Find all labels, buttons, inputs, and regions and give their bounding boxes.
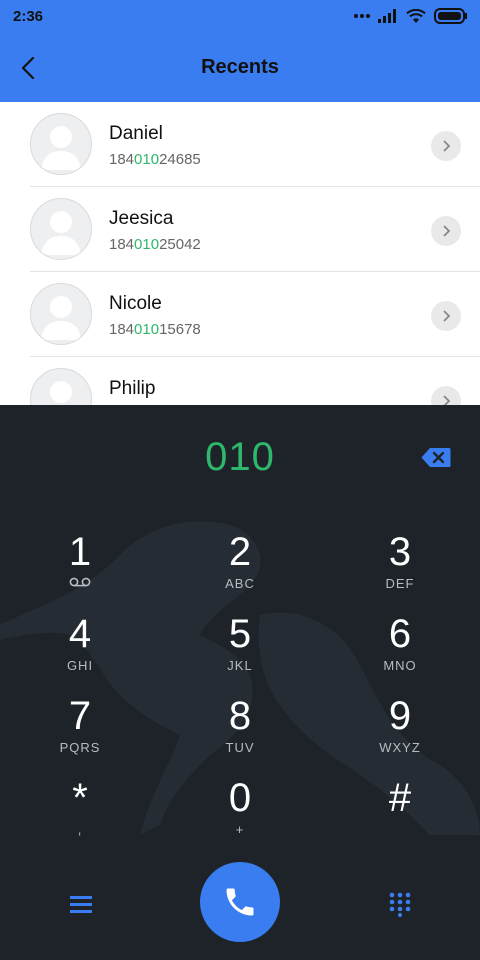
battery-icon	[434, 8, 467, 24]
keypad-icon[interactable]	[388, 891, 412, 917]
key-star[interactable]: * ,	[20, 776, 140, 852]
details-button[interactable]	[431, 216, 461, 246]
contact-number: 18401015678	[109, 321, 201, 338]
avatar	[30, 368, 92, 405]
chevron-right-icon	[443, 225, 451, 237]
person-icon	[50, 381, 72, 403]
person-icon	[41, 296, 81, 340]
key-5[interactable]: 5 JKL	[180, 612, 300, 688]
key-2[interactable]: 2 ABC	[180, 530, 300, 606]
key-1[interactable]: 1	[20, 530, 140, 606]
contact-number: 18401025042	[109, 236, 201, 253]
contact-row[interactable]: Philip	[0, 357, 480, 405]
avatar	[30, 113, 92, 175]
dial-input[interactable]: 010	[0, 435, 480, 480]
avatar	[30, 283, 92, 345]
contact-name: Philip	[109, 378, 156, 399]
details-button[interactable]	[431, 301, 461, 331]
key-6[interactable]: 6 MNO	[340, 612, 460, 688]
contact-row[interactable]: Jeesica 18401025042	[0, 187, 480, 272]
menu-icon[interactable]	[68, 893, 94, 915]
key-0[interactable]: 0 +	[180, 776, 300, 852]
contact-row[interactable]: Daniel 18401024685	[0, 102, 480, 187]
chevron-right-icon	[443, 140, 451, 152]
backspace-button[interactable]	[421, 447, 451, 468]
contact-number: 18401024685	[109, 151, 201, 168]
signal-icon	[378, 9, 396, 23]
key-7[interactable]: 7 PQRS	[20, 694, 140, 770]
wifi-icon	[406, 8, 426, 23]
recents-list: Daniel 18401024685 Jeesica 18401025042 N…	[0, 102, 480, 405]
details-button[interactable]	[431, 386, 461, 405]
contact-row[interactable]: Nicole 18401015678	[0, 272, 480, 357]
status-icons	[354, 8, 468, 24]
contact-name: Nicole	[109, 293, 162, 314]
phone-icon	[226, 888, 254, 916]
key-3[interactable]: 3 DEF	[340, 530, 460, 606]
key-9[interactable]: 9 WXYZ	[340, 694, 460, 770]
person-icon	[41, 211, 81, 255]
avatar	[30, 198, 92, 260]
chevron-right-icon	[443, 395, 451, 405]
status-time: 2:36	[13, 8, 44, 25]
status-bar: 2:36	[0, 0, 480, 34]
details-button[interactable]	[431, 131, 461, 161]
voicemail-icon	[69, 577, 91, 587]
key-hash[interactable]: #	[340, 776, 460, 852]
contact-name: Daniel	[109, 123, 163, 144]
dialer-panel: 010 1 2 ABC 3 DEF 4 GHI 5 JKL 6 MNO 7 PQ…	[0, 405, 480, 960]
page-title: Recents	[201, 56, 279, 78]
key-4[interactable]: 4 GHI	[20, 612, 140, 688]
contact-name: Jeesica	[109, 208, 174, 229]
key-8[interactable]: 8 TUV	[180, 694, 300, 770]
person-icon	[41, 126, 81, 170]
app-header: Recents	[0, 34, 480, 102]
call-button[interactable]	[200, 862, 280, 942]
dots-icon	[354, 14, 370, 18]
chevron-right-icon	[443, 310, 451, 322]
